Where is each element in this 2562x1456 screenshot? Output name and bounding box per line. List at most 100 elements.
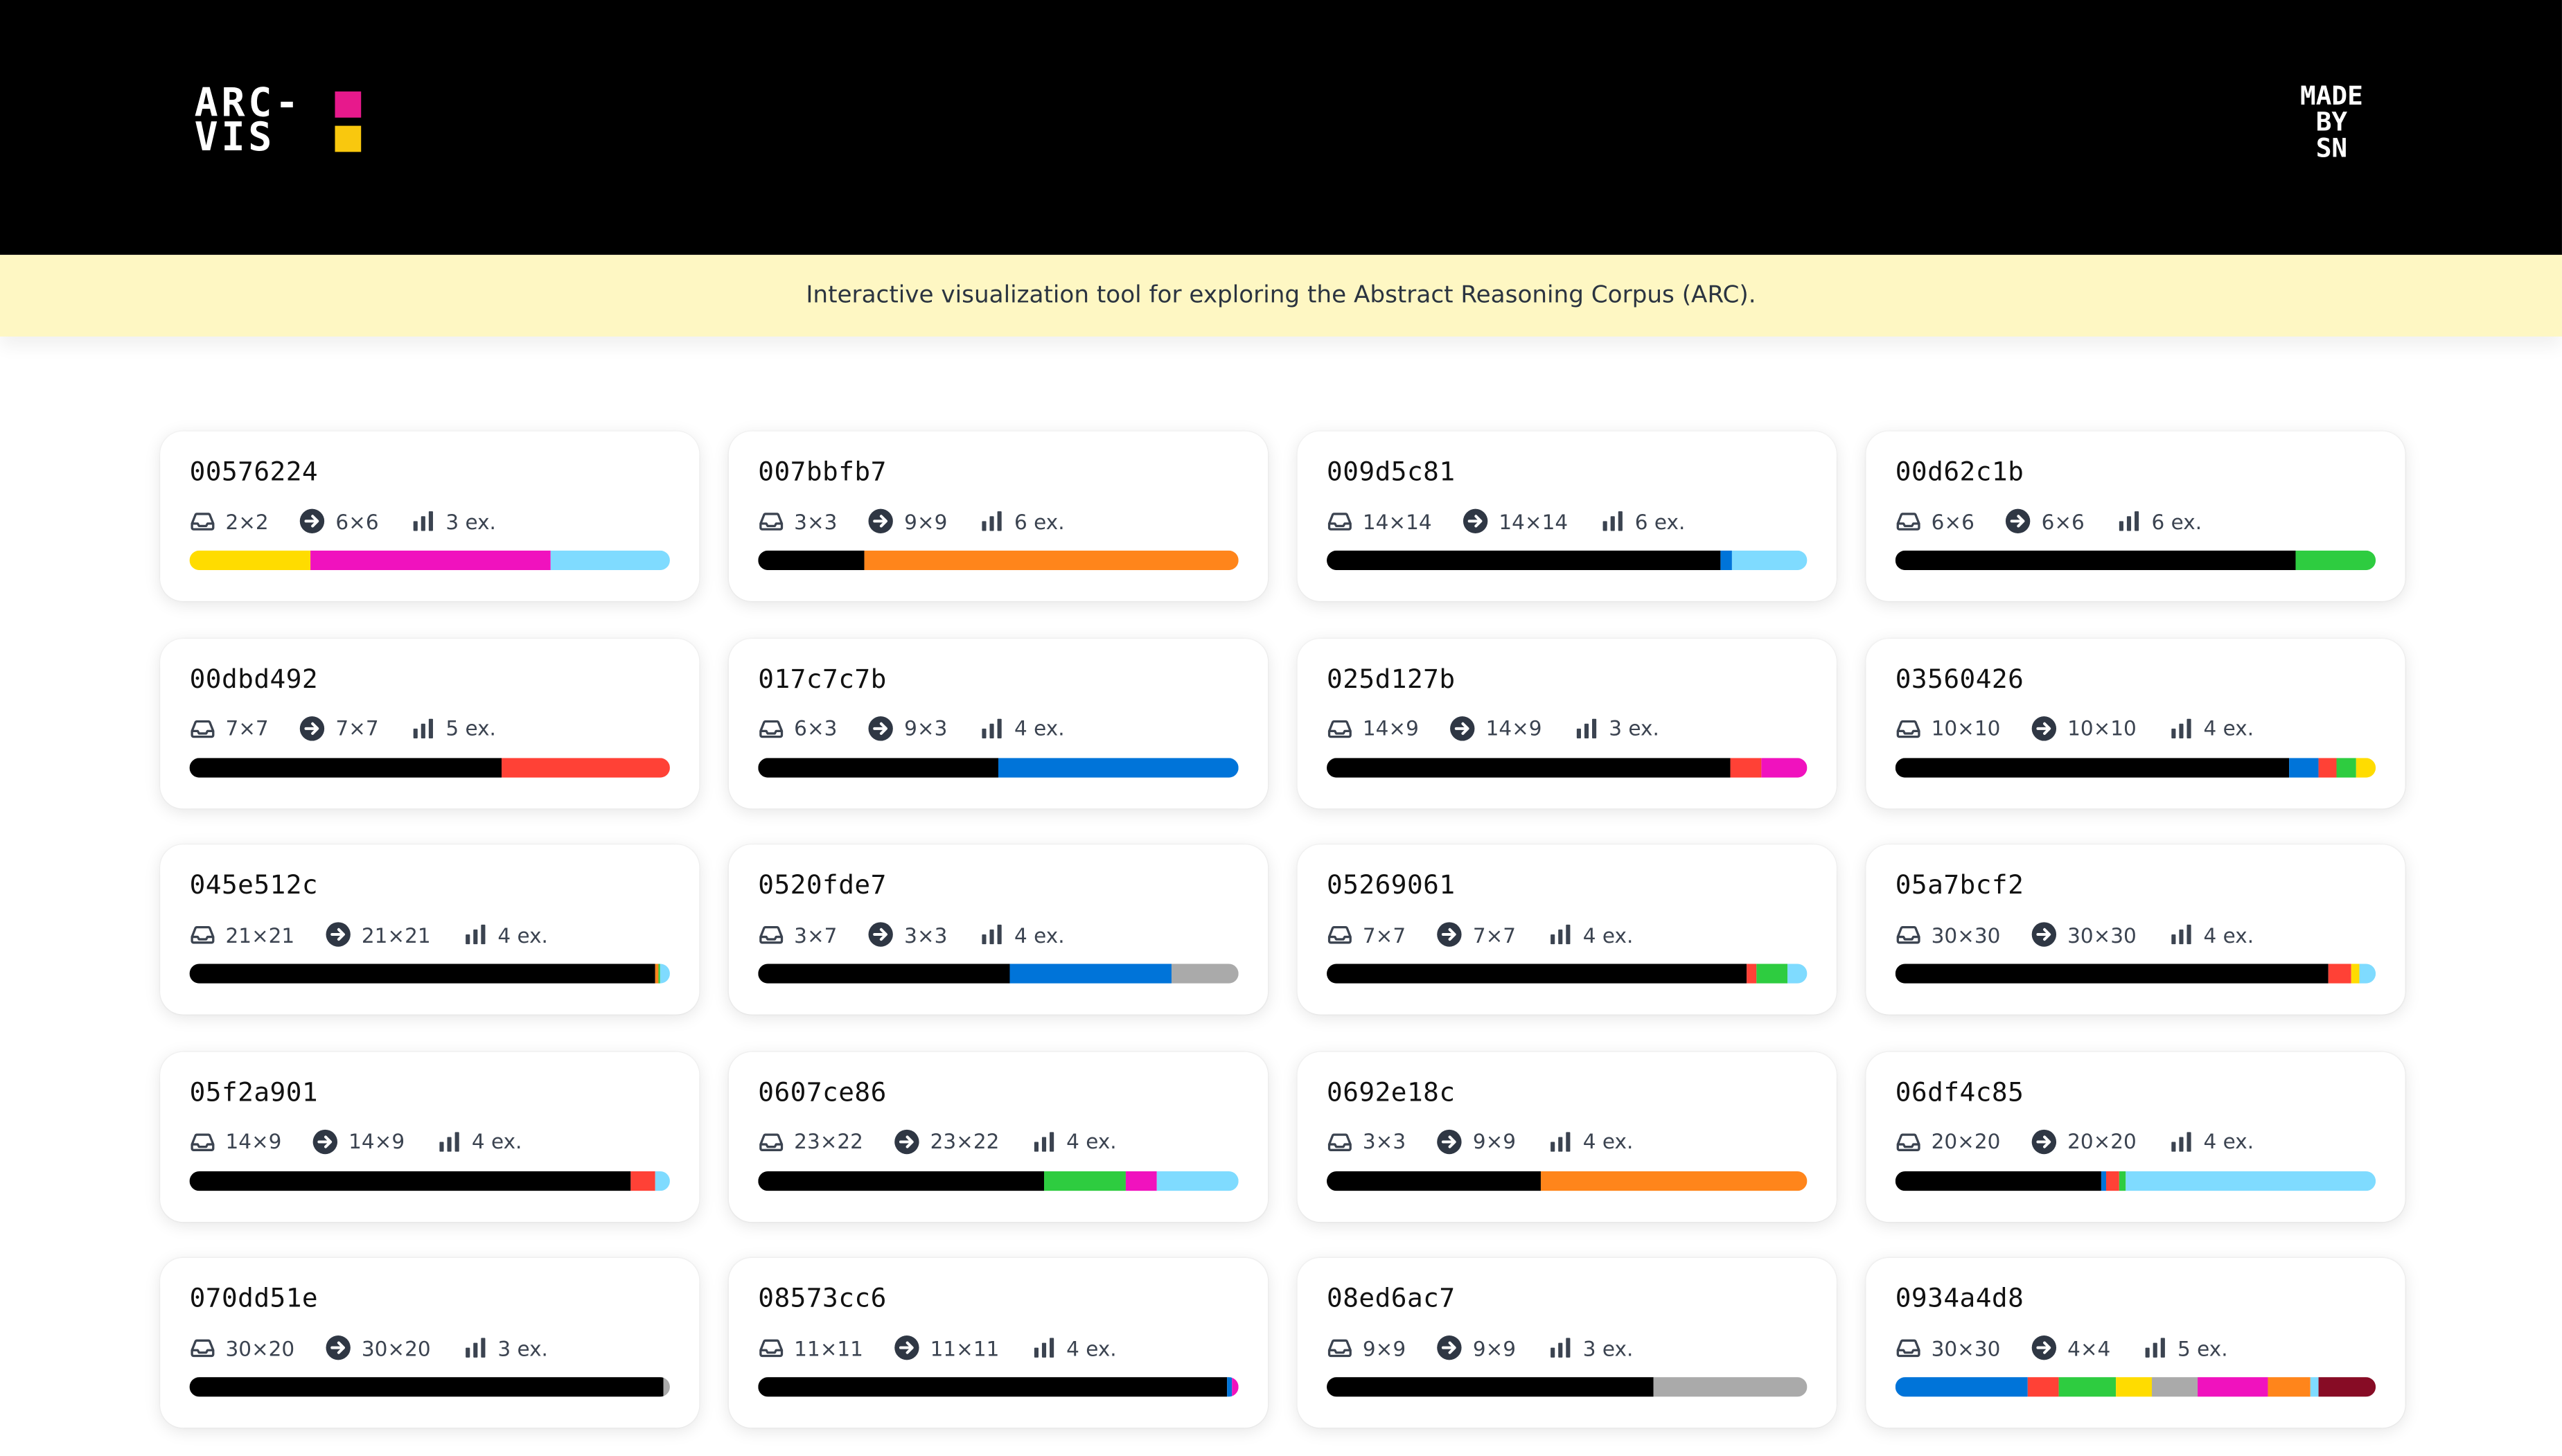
task-card[interactable]: 05269061 7×7 7×7 4 ex. [1297,844,1837,1015]
output-size: 4×4 [2067,1335,2111,1360]
task-card[interactable]: 017c7c7b 6×3 9×3 4 ex. [728,637,1269,808]
bar-chart-icon [461,1335,488,1361]
example-count-group: 4 ex. [436,1128,522,1154]
task-card[interactable]: 009d5c81 14×14 14×14 6 ex. [1297,431,1837,601]
task-card[interactable]: 08573cc6 11×11 11×11 4 ex. [728,1257,1269,1428]
color-segment-green [1043,1170,1126,1191]
task-card[interactable]: 06df4c85 20×20 20×20 4 ex. [1866,1051,2405,1221]
task-meta: 30×30 4×4 5 ex. [1896,1333,2259,1362]
arrow-circle-right-icon [300,715,326,741]
task-card[interactable]: 05a7bcf2 30×30 30×30 4 ex. [1866,844,2405,1015]
task-id: 00d62c1b [1895,455,2024,487]
output-size: 9×9 [1472,1128,1517,1154]
task-card[interactable]: 0692e18c 3×3 9×9 4 ex. [1297,1051,1837,1221]
task-meta: 3×3 9×9 6 ex. [758,506,1095,535]
color-segment-black [758,964,1011,984]
color-distribution-bar [189,550,670,571]
color-distribution-bar [758,550,1239,571]
example-count: 4 ex. [1014,922,1065,947]
example-count-group: 3 ex. [409,508,496,534]
output-size-group: 9×3 [868,715,947,741]
color-distribution-bar [189,1170,670,1191]
task-card[interactable]: 045e512c 21×21 21×21 4 ex. [160,844,700,1015]
arrow-circle-right-icon [894,1128,921,1154]
output-size-group: 30×20 [326,1335,431,1361]
arrow-circle-right-icon [2031,1128,2058,1154]
arrow-circle-right-icon [868,715,894,741]
task-card[interactable]: 007bbfb7 3×3 9×9 6 ex. [728,431,1269,601]
example-count-group: 4 ex. [461,921,548,948]
input-size: 30×30 [1931,922,2001,947]
bar-chart-icon [409,508,436,534]
example-count: 4 ex. [2203,922,2254,947]
tray-icon [190,1335,216,1361]
output-size: 14×9 [1485,715,1542,740]
bar-chart-icon [1547,921,1573,948]
example-count: 4 ex. [1014,715,1065,740]
color-segment-green [2296,550,2376,571]
example-count: 3 ex. [445,508,496,534]
input-size-group: 11×11 [758,1335,863,1361]
task-card[interactable]: 03560426 10×10 10×10 4 ex. [1866,637,2405,808]
input-size-group: 14×9 [1327,715,1419,741]
tray-icon [758,1128,784,1154]
output-size: 30×30 [2067,922,2137,947]
color-segment-black [1895,1170,2102,1191]
arrow-circle-right-icon [1450,715,1476,741]
example-count-group: 3 ex. [1573,715,1659,741]
bar-chart-icon [2168,1128,2194,1154]
description-banner: Interactive visualization tool for explo… [0,254,2562,337]
color-distribution-bar [1895,1170,2376,1191]
output-size-group: 3×3 [868,921,947,948]
task-meta: 6×6 6×6 6 ex. [1896,506,2233,535]
color-segment-maroon [2317,1377,2376,1397]
task-card[interactable]: 0607ce86 23×22 23×22 4 ex. [728,1051,1269,1221]
arc-vis-logo[interactable]: ARC- VIS [195,83,302,157]
arrow-circle-right-icon [1437,1335,1463,1361]
input-size: 3×7 [794,922,838,947]
color-distribution-bar [1895,964,2376,984]
task-card[interactable]: 070dd51e 30×20 30×20 3 ex. [160,1257,700,1428]
example-count: 5 ex. [445,715,496,740]
task-card[interactable]: 00576224 2×2 6×6 3 ex. [160,431,700,601]
task-id: 009d5c81 [1327,455,1456,487]
task-card[interactable]: 00d62c1b 6×6 6×6 6 ex. [1866,431,2405,601]
bar-chart-icon [1599,508,1625,534]
task-id: 00dbd492 [189,662,319,694]
color-distribution-bar [1327,1377,1808,1397]
tray-icon [1327,1128,1353,1154]
output-size-group: 6×6 [300,508,379,534]
task-meta: 14×14 14×14 6 ex. [1327,506,1716,535]
task-card[interactable]: 00dbd492 7×7 7×7 5 ex. [160,637,700,808]
color-segment-gray [1171,964,1239,984]
output-size: 9×9 [1472,1335,1517,1360]
task-card[interactable]: 025d127b 14×9 14×9 3 ex. [1297,637,1837,808]
output-size: 9×9 [904,508,948,534]
task-meta: 23×22 23×22 4 ex. [758,1126,1147,1155]
color-segment-blue [2289,757,2318,777]
color-distribution-bar [1895,757,2376,777]
color-distribution-bar [1895,550,2376,571]
task-card[interactable]: 05f2a901 14×9 14×9 4 ex. [160,1051,700,1221]
output-size-group: 7×7 [1437,921,1516,948]
made-by-sn-logo[interactable]: MADE BY SN [2278,82,2386,161]
task-card[interactable]: 0520fde7 3×7 3×3 4 ex. [728,844,1269,1015]
input-size: 2×2 [225,508,269,534]
tray-icon [190,1128,216,1154]
task-card[interactable]: 08ed6ac7 9×9 9×9 3 ex. [1297,1257,1837,1428]
input-size-group: 14×14 [1327,508,1432,534]
bar-chart-icon [1573,715,1599,741]
color-segment-cyan [1156,1170,1239,1191]
input-size: 21×21 [225,922,295,947]
output-size-group: 14×9 [1450,715,1542,741]
task-meta: 30×20 30×20 3 ex. [190,1333,579,1362]
input-size-group: 9×9 [1327,1335,1406,1361]
bar-chart-icon [2168,715,2194,741]
arrow-circle-right-icon [868,921,894,948]
color-segment-cyan [549,550,670,571]
color-distribution-bar [1895,1377,2376,1397]
color-segment-red [502,757,670,777]
color-segment-blue [2101,1170,2107,1191]
color-segment-blue [1895,1377,2028,1397]
task-card[interactable]: 0934a4d8 30×30 4×4 5 ex. [1866,1257,2405,1428]
